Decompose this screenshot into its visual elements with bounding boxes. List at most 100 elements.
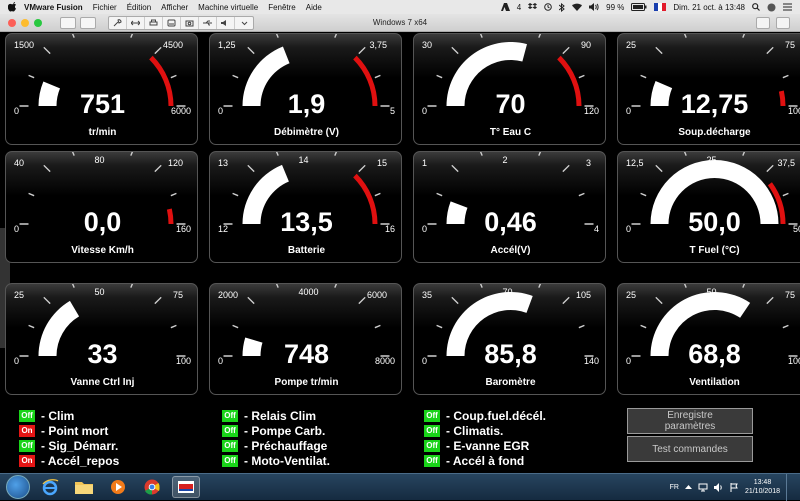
gauge-right-label: 120 — [167, 158, 183, 168]
status-badge: Off — [424, 454, 440, 467]
vm-library-button[interactable] — [60, 16, 76, 29]
gauge-max-label: 100 — [787, 106, 800, 116]
status-label: - Point mort — [41, 423, 109, 438]
volume-icon[interactable] — [589, 3, 599, 11]
menu-aide[interactable]: Aide — [306, 3, 322, 12]
bluetooth-icon[interactable] — [559, 2, 565, 12]
siri-icon[interactable] — [767, 3, 776, 12]
flag-fr-icon[interactable] — [654, 3, 667, 11]
gauge-tick — [766, 46, 774, 55]
vm-settings-tool[interactable] — [109, 16, 127, 29]
language-indicator[interactable]: FR — [670, 484, 679, 491]
camera-icon — [185, 20, 194, 26]
gauge-tick — [640, 74, 647, 79]
status-label: - Sig_Démarr. — [41, 438, 119, 453]
gauge-min-label: 0 — [14, 106, 20, 116]
gauge-tick — [232, 74, 239, 79]
start-button[interactable] — [6, 475, 30, 499]
save-params-button[interactable]: Enregistre paramètres — [627, 408, 753, 434]
vm-more-tool[interactable] — [235, 17, 253, 29]
gauge-value: 751 — [79, 89, 126, 119]
notification-center-icon[interactable] — [783, 3, 792, 11]
gauge-name: Accél(V) — [490, 245, 531, 256]
tray-volume-icon[interactable] — [713, 482, 724, 492]
gauge-tick — [742, 152, 746, 156]
minimize-window-button[interactable] — [21, 18, 29, 27]
vm-fullscreen-button[interactable] — [776, 17, 790, 29]
menu-afficher[interactable]: Afficher — [161, 3, 188, 12]
gauge-max-label: 6000 — [170, 106, 191, 116]
adobe-icon[interactable] — [500, 3, 510, 11]
status-item: Off - Préchauffage — [222, 438, 327, 453]
status-item: On - Point mort — [19, 423, 108, 438]
taskbar-mediaplayer[interactable] — [104, 476, 132, 498]
gauge-tick — [436, 74, 443, 79]
vm-sound-tool[interactable] — [217, 16, 235, 29]
gauge-tick — [130, 284, 134, 288]
status-item: Off - Sig_Démarr. — [19, 438, 118, 453]
usb-icon — [203, 20, 212, 25]
status-badge: Off — [222, 424, 238, 437]
fullscreen-window-button[interactable] — [34, 18, 42, 27]
test-commands-button[interactable]: Test commandes — [627, 436, 753, 462]
gauge-value: 0,0 — [83, 207, 122, 237]
battery-percent: 99 % — [606, 2, 625, 12]
gauge-center-label: 50 — [706, 287, 717, 297]
gauge-max-label: 140 — [583, 356, 599, 366]
status-item: Off - Pompe Carb. — [222, 423, 325, 438]
menu-fichier[interactable]: Fichier — [93, 3, 117, 12]
gauge-tick — [742, 34, 746, 38]
timemachine-icon[interactable] — [544, 3, 552, 11]
tray-flag-icon[interactable] — [730, 482, 739, 492]
gauge-name: Vanne Ctrl Inj — [70, 377, 135, 388]
gauge-11: 0 100 25 75 50 68,8 Ventilation — [617, 283, 800, 395]
vm-usb-tool[interactable] — [199, 16, 217, 29]
gauge-tick — [683, 284, 687, 288]
gauge-right-label: 105 — [575, 290, 591, 300]
taskbar-obd-app[interactable] — [172, 476, 200, 498]
spotlight-icon[interactable] — [752, 3, 760, 11]
menu-edition[interactable]: Édition — [127, 3, 151, 12]
gauge-tick — [479, 34, 483, 38]
apple-icon[interactable] — [8, 2, 18, 12]
tray-arrow-icon[interactable] — [684, 484, 692, 490]
gauge-tick — [154, 46, 162, 55]
gauge-9: 0 8000 2000 6000 4000 748 Pompe tr/min — [209, 283, 402, 395]
vm-unity-button[interactable] — [756, 17, 770, 29]
menu-fenetre[interactable]: Fenêtre — [268, 3, 296, 12]
vm-camera-tool[interactable] — [181, 16, 199, 29]
close-window-button[interactable] — [8, 18, 16, 27]
menu-app-name[interactable]: VMware Fusion — [24, 3, 83, 12]
wrench-icon — [113, 18, 122, 26]
gauge-name: tr/min — [88, 127, 117, 138]
gauge-min-label: 0 — [626, 224, 632, 234]
gauge-tick — [170, 74, 177, 79]
wifi-icon[interactable] — [572, 3, 583, 11]
vm-share-tool[interactable] — [127, 16, 145, 29]
show-desktop-button[interactable] — [786, 473, 794, 501]
vm-printer-tool[interactable] — [145, 16, 163, 29]
vm-disk-tool[interactable] — [163, 16, 181, 29]
vm-pause-button[interactable] — [80, 16, 96, 29]
gauge-center-label: 80 — [94, 155, 105, 165]
gauge-right-label: 90 — [580, 40, 591, 50]
taskbar-ie[interactable] — [36, 476, 64, 498]
gauge-tick — [766, 164, 774, 173]
taskbar-clock[interactable]: 13:48 21/10/2018 — [745, 478, 780, 496]
taskbar-explorer[interactable] — [70, 476, 98, 498]
battery-icon[interactable] — [631, 3, 647, 11]
taskbar-date: 21/10/2018 — [744, 488, 780, 495]
status-item: Off - Clim — [19, 408, 74, 423]
status-item: Off - E-vanne EGR — [424, 438, 529, 453]
dropbox-icon[interactable] — [528, 3, 538, 11]
gauge-right-label: 15 — [376, 158, 387, 168]
menubar-clock[interactable]: Dim. 21 oct. à 13:48 — [673, 3, 745, 12]
gauge-min-label: 0 — [14, 224, 20, 234]
menu-machine-virtuelle[interactable]: Machine virtuelle — [198, 3, 258, 12]
taskbar-chrome[interactable] — [138, 476, 166, 498]
gauge-6: 0 4 1 3 2 0,46 Accél(V) — [413, 151, 606, 263]
gauge-max-label: 4 — [593, 224, 599, 234]
gauge-tick — [655, 296, 663, 305]
tray-network-icon[interactable] — [698, 483, 708, 492]
gauge-tick — [782, 192, 789, 197]
